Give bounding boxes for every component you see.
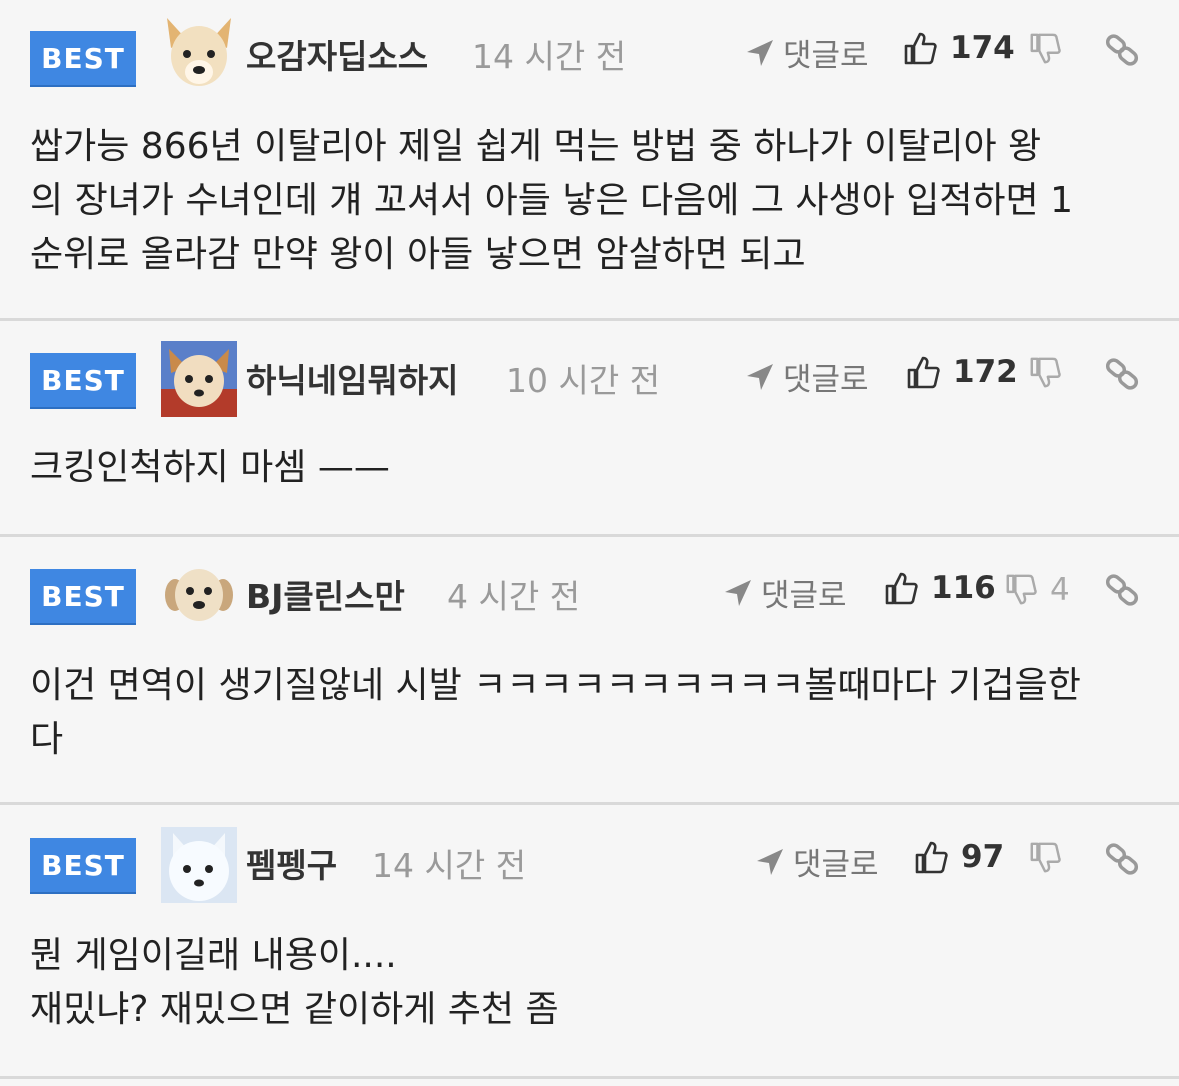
comment-text: 뭔 게임이길래 내용이.... 재밌냐? 재밌으면 같이하게 추천 좀: [30, 935, 559, 1030]
dislike-button[interactable]: [1028, 356, 1074, 390]
thumbs-up-icon: [907, 356, 940, 389]
comment-item: BEST 펨펭구 14 시간 전 댓글로 97 뭔 게임이길래 내용이.... …: [0, 805, 1179, 1076]
comment-text: 크킹인척하지 마셈 ——: [30, 447, 390, 488]
avatar[interactable]: [161, 14, 237, 90]
dislike-button[interactable]: [1028, 32, 1074, 66]
best-badge: BEST: [30, 569, 136, 625]
link-icon[interactable]: [1104, 572, 1140, 608]
send-arrow-icon: [725, 579, 751, 606]
comment-item: BEST 하닉네임뭐하지 10 시간 전 댓글로 172 크킹인척하지 마셈 —…: [0, 321, 1179, 534]
comment-text: 쌉가능 866년 이탈리아 제일 쉽게 먹는 방법 중 하나가 이탈리아 왕 의…: [30, 126, 1074, 275]
comment-time: 14 시간 전: [372, 846, 527, 885]
reply-button[interactable]: 댓글로: [755, 839, 879, 884]
dog-avatar-icon: [161, 827, 237, 903]
thumbs-up-icon: [915, 841, 948, 874]
divider: [0, 1076, 1179, 1079]
reply-button[interactable]: 댓글로: [745, 30, 869, 75]
avatar[interactable]: [161, 827, 237, 903]
thumbs-down-icon: [1006, 574, 1037, 605]
thumbs-down-icon: [1030, 842, 1061, 873]
best-badge: BEST: [30, 353, 136, 409]
dislike-count: 4: [1050, 572, 1070, 608]
reply-label: 댓글로: [783, 38, 869, 74]
like-count: 97: [961, 839, 1005, 875]
send-arrow-icon: [747, 363, 773, 390]
like-count: 172: [953, 354, 1018, 390]
avatar[interactable]: [161, 341, 237, 417]
author-name[interactable]: 펨펭구: [246, 839, 337, 887]
best-badge: BEST: [30, 838, 136, 894]
author-name[interactable]: 오감자딥소스: [246, 30, 428, 78]
link-icon[interactable]: [1104, 356, 1140, 392]
send-arrow-icon: [757, 848, 783, 875]
dog-avatar-icon: [161, 341, 237, 417]
dog-avatar-icon: [161, 14, 237, 90]
dog-avatar-icon: [161, 555, 237, 631]
comment-time: 14 시간 전: [472, 37, 627, 76]
thumbs-up-icon: [904, 32, 937, 65]
like-button[interactable]: 174: [902, 30, 1015, 66]
reply-button[interactable]: 댓글로: [745, 354, 869, 399]
like-count: 116: [931, 570, 996, 606]
like-button[interactable]: 116: [883, 570, 996, 606]
like-button[interactable]: 97: [913, 839, 1004, 875]
send-arrow-icon: [747, 39, 773, 66]
comment-item: BEST BJ클린스만 4 시간 전 댓글로 116 4 이건 면역이 생기질않…: [0, 537, 1179, 802]
reply-label: 댓글로: [783, 362, 869, 398]
comment-time: 10 시간 전: [506, 361, 661, 400]
link-icon[interactable]: [1104, 841, 1140, 877]
reply-label: 댓글로: [793, 847, 879, 883]
best-badge: BEST: [30, 31, 136, 87]
dislike-button[interactable]: 4: [1004, 572, 1070, 608]
author-name[interactable]: BJ클린스만: [246, 570, 405, 618]
thumbs-up-icon: [885, 572, 918, 605]
author-name[interactable]: 하닉네임뭐하지: [246, 354, 459, 402]
comment-text: 이건 면역이 생기질않네 시발 ㅋㅋㅋㅋㅋㅋㅋㅋㅋㅋ볼때마다 기겁을한 다: [30, 665, 1081, 760]
like-button[interactable]: 172: [905, 354, 1018, 390]
reply-button[interactable]: 댓글로: [723, 570, 847, 615]
comment-item: BEST 오감자딥소스 14 시간 전 댓글로 174 쌉가능 866년 이탈리…: [0, 0, 1179, 318]
like-count: 174: [950, 30, 1015, 66]
thumbs-down-icon: [1030, 33, 1061, 64]
link-icon[interactable]: [1104, 32, 1140, 68]
comment-time: 4 시간 전: [447, 577, 581, 616]
thumbs-down-icon: [1030, 357, 1061, 388]
avatar[interactable]: [161, 555, 237, 631]
dislike-button[interactable]: [1028, 841, 1074, 875]
reply-label: 댓글로: [761, 578, 847, 614]
